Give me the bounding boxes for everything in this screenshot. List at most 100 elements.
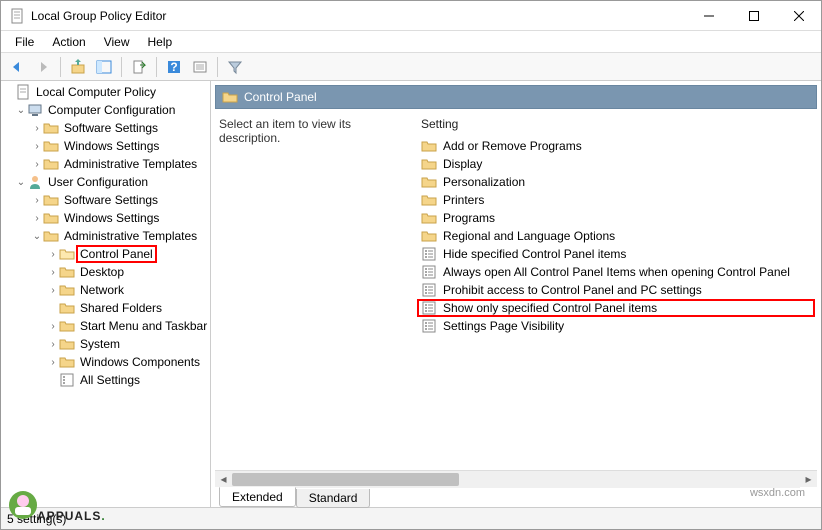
list-item-label: Hide specified Control Panel items <box>443 247 626 261</box>
expand-icon[interactable]: › <box>47 357 59 368</box>
list-item[interactable]: Programs <box>417 209 815 227</box>
list-item[interactable]: Hide specified Control Panel items <box>417 245 815 263</box>
tree-label: System <box>78 337 122 351</box>
tree-item[interactable]: Shared Folders <box>1 299 210 317</box>
expand-icon[interactable]: › <box>47 321 59 332</box>
help-button[interactable]: ? <box>162 55 186 79</box>
app-icon <box>9 8 25 24</box>
tree-item[interactable]: › Software Settings <box>1 191 210 209</box>
expand-icon[interactable]: › <box>31 195 43 206</box>
title-bar: Local Group Policy Editor <box>1 1 821 31</box>
tree-admin-templates[interactable]: ⌄ Administrative Templates <box>1 227 210 245</box>
window-title: Local Group Policy Editor <box>31 9 686 23</box>
view-tabs: Extended Standard <box>211 485 821 507</box>
folder-icon <box>59 318 75 334</box>
menu-view[interactable]: View <box>96 33 138 51</box>
tree-label: User Configuration <box>46 175 150 189</box>
expand-icon[interactable]: › <box>31 213 43 224</box>
collapse-icon[interactable]: ⌄ <box>15 105 27 116</box>
properties-button[interactable] <box>188 55 212 79</box>
tab-standard[interactable]: Standard <box>296 489 371 508</box>
tree-item[interactable]: ›Windows Components <box>1 353 210 371</box>
tree-item[interactable]: › Start Menu and Taskbar <box>1 317 210 335</box>
tree-computer-config[interactable]: ⌄ Computer Configuration <box>1 101 210 119</box>
tree-label: All Settings <box>78 373 142 387</box>
menu-file[interactable]: File <box>7 33 42 51</box>
list-item[interactable]: Settings Page Visibility <box>417 317 815 335</box>
toolbar-separator <box>60 57 61 77</box>
tree-item[interactable]: › Network <box>1 281 210 299</box>
folder-icon <box>43 192 59 208</box>
expand-icon[interactable]: › <box>47 267 59 278</box>
folder-icon <box>59 354 75 370</box>
maximize-button[interactable] <box>731 1 776 30</box>
tree-pane[interactable]: Local Computer Policy ⌄ Computer Configu… <box>1 81 211 507</box>
tree-item[interactable]: ›Windows Settings <box>1 209 210 227</box>
column-header-setting[interactable]: Setting <box>417 115 462 137</box>
list-item[interactable]: Show only specified Control Panel items <box>417 299 815 317</box>
tree-label: Start Menu and Taskbar <box>78 319 209 333</box>
folder-icon <box>421 228 437 244</box>
tree-root[interactable]: Local Computer Policy <box>1 83 210 101</box>
toolbar-separator <box>121 57 122 77</box>
description-text: Select an item to view its description. <box>217 115 417 470</box>
export-button[interactable] <box>127 55 151 79</box>
expand-icon[interactable]: › <box>47 285 59 296</box>
list-item[interactable]: Regional and Language Options <box>417 227 815 245</box>
tree-control-panel[interactable]: ›Control Panel <box>1 245 210 263</box>
minimize-button[interactable] <box>686 1 731 30</box>
tree-label: Network <box>78 283 126 297</box>
up-button[interactable] <box>66 55 90 79</box>
folder-icon <box>43 210 59 226</box>
expand-icon[interactable]: › <box>31 159 43 170</box>
details-pane: Control Panel Select an item to view its… <box>211 81 821 507</box>
details-header-title: Control Panel <box>244 90 317 104</box>
list-item-label: Add or Remove Programs <box>443 139 582 153</box>
collapse-icon[interactable]: ⌄ <box>15 177 27 188</box>
list-item[interactable]: Always open All Control Panel Items when… <box>417 263 815 281</box>
tree-label: Software Settings <box>62 193 160 207</box>
folder-icon <box>59 282 75 298</box>
tree-label: Shared Folders <box>78 301 164 315</box>
setting-icon <box>421 282 437 298</box>
menu-bar: File Action View Help <box>1 31 821 53</box>
toolbar: ? <box>1 53 821 81</box>
list-item-label: Always open All Control Panel Items when… <box>443 265 790 279</box>
list-item[interactable]: Add or Remove Programs <box>417 137 815 155</box>
expand-icon[interactable]: › <box>47 249 59 260</box>
tree-label: Administrative Templates <box>62 229 199 243</box>
expand-icon[interactable]: › <box>47 339 59 350</box>
list-item[interactable]: Printers <box>417 191 815 209</box>
tree-item[interactable]: › Desktop <box>1 263 210 281</box>
filter-button[interactable] <box>223 55 247 79</box>
tab-extended[interactable]: Extended <box>219 487 296 507</box>
expand-icon[interactable]: › <box>31 141 43 152</box>
tree-label: Desktop <box>78 265 126 279</box>
tree-item[interactable]: ›Software Settings <box>1 119 210 137</box>
tree-item[interactable]: ›Administrative Templates <box>1 155 210 173</box>
tree-all-settings[interactable]: All Settings <box>1 371 210 389</box>
scroll-thumb[interactable] <box>232 473 459 486</box>
menu-action[interactable]: Action <box>44 33 93 51</box>
list-item[interactable]: Prohibit access to Control Panel and PC … <box>417 281 815 299</box>
folder-icon <box>43 138 59 154</box>
close-button[interactable] <box>776 1 821 30</box>
back-button[interactable] <box>5 55 29 79</box>
tree-label: Windows Settings <box>62 139 161 153</box>
tree-item[interactable]: › Windows Settings <box>1 137 210 155</box>
folder-icon <box>222 89 238 105</box>
list-item[interactable]: Display <box>417 155 815 173</box>
folder-icon <box>421 138 437 154</box>
forward-button[interactable] <box>31 55 55 79</box>
collapse-icon[interactable]: ⌄ <box>31 231 43 242</box>
show-hide-tree-button[interactable] <box>92 55 116 79</box>
folder-icon <box>43 156 59 172</box>
menu-help[interactable]: Help <box>140 33 181 51</box>
folder-icon <box>43 120 59 136</box>
tree-user-config[interactable]: ⌄ User Configuration <box>1 173 210 191</box>
expand-icon[interactable]: › <box>31 123 43 134</box>
tree-item[interactable]: › System <box>1 335 210 353</box>
settings-list[interactable]: Setting Add or Remove Programs DisplayPer… <box>417 115 815 470</box>
folder-icon <box>421 210 437 226</box>
list-item[interactable]: Personalization <box>417 173 815 191</box>
